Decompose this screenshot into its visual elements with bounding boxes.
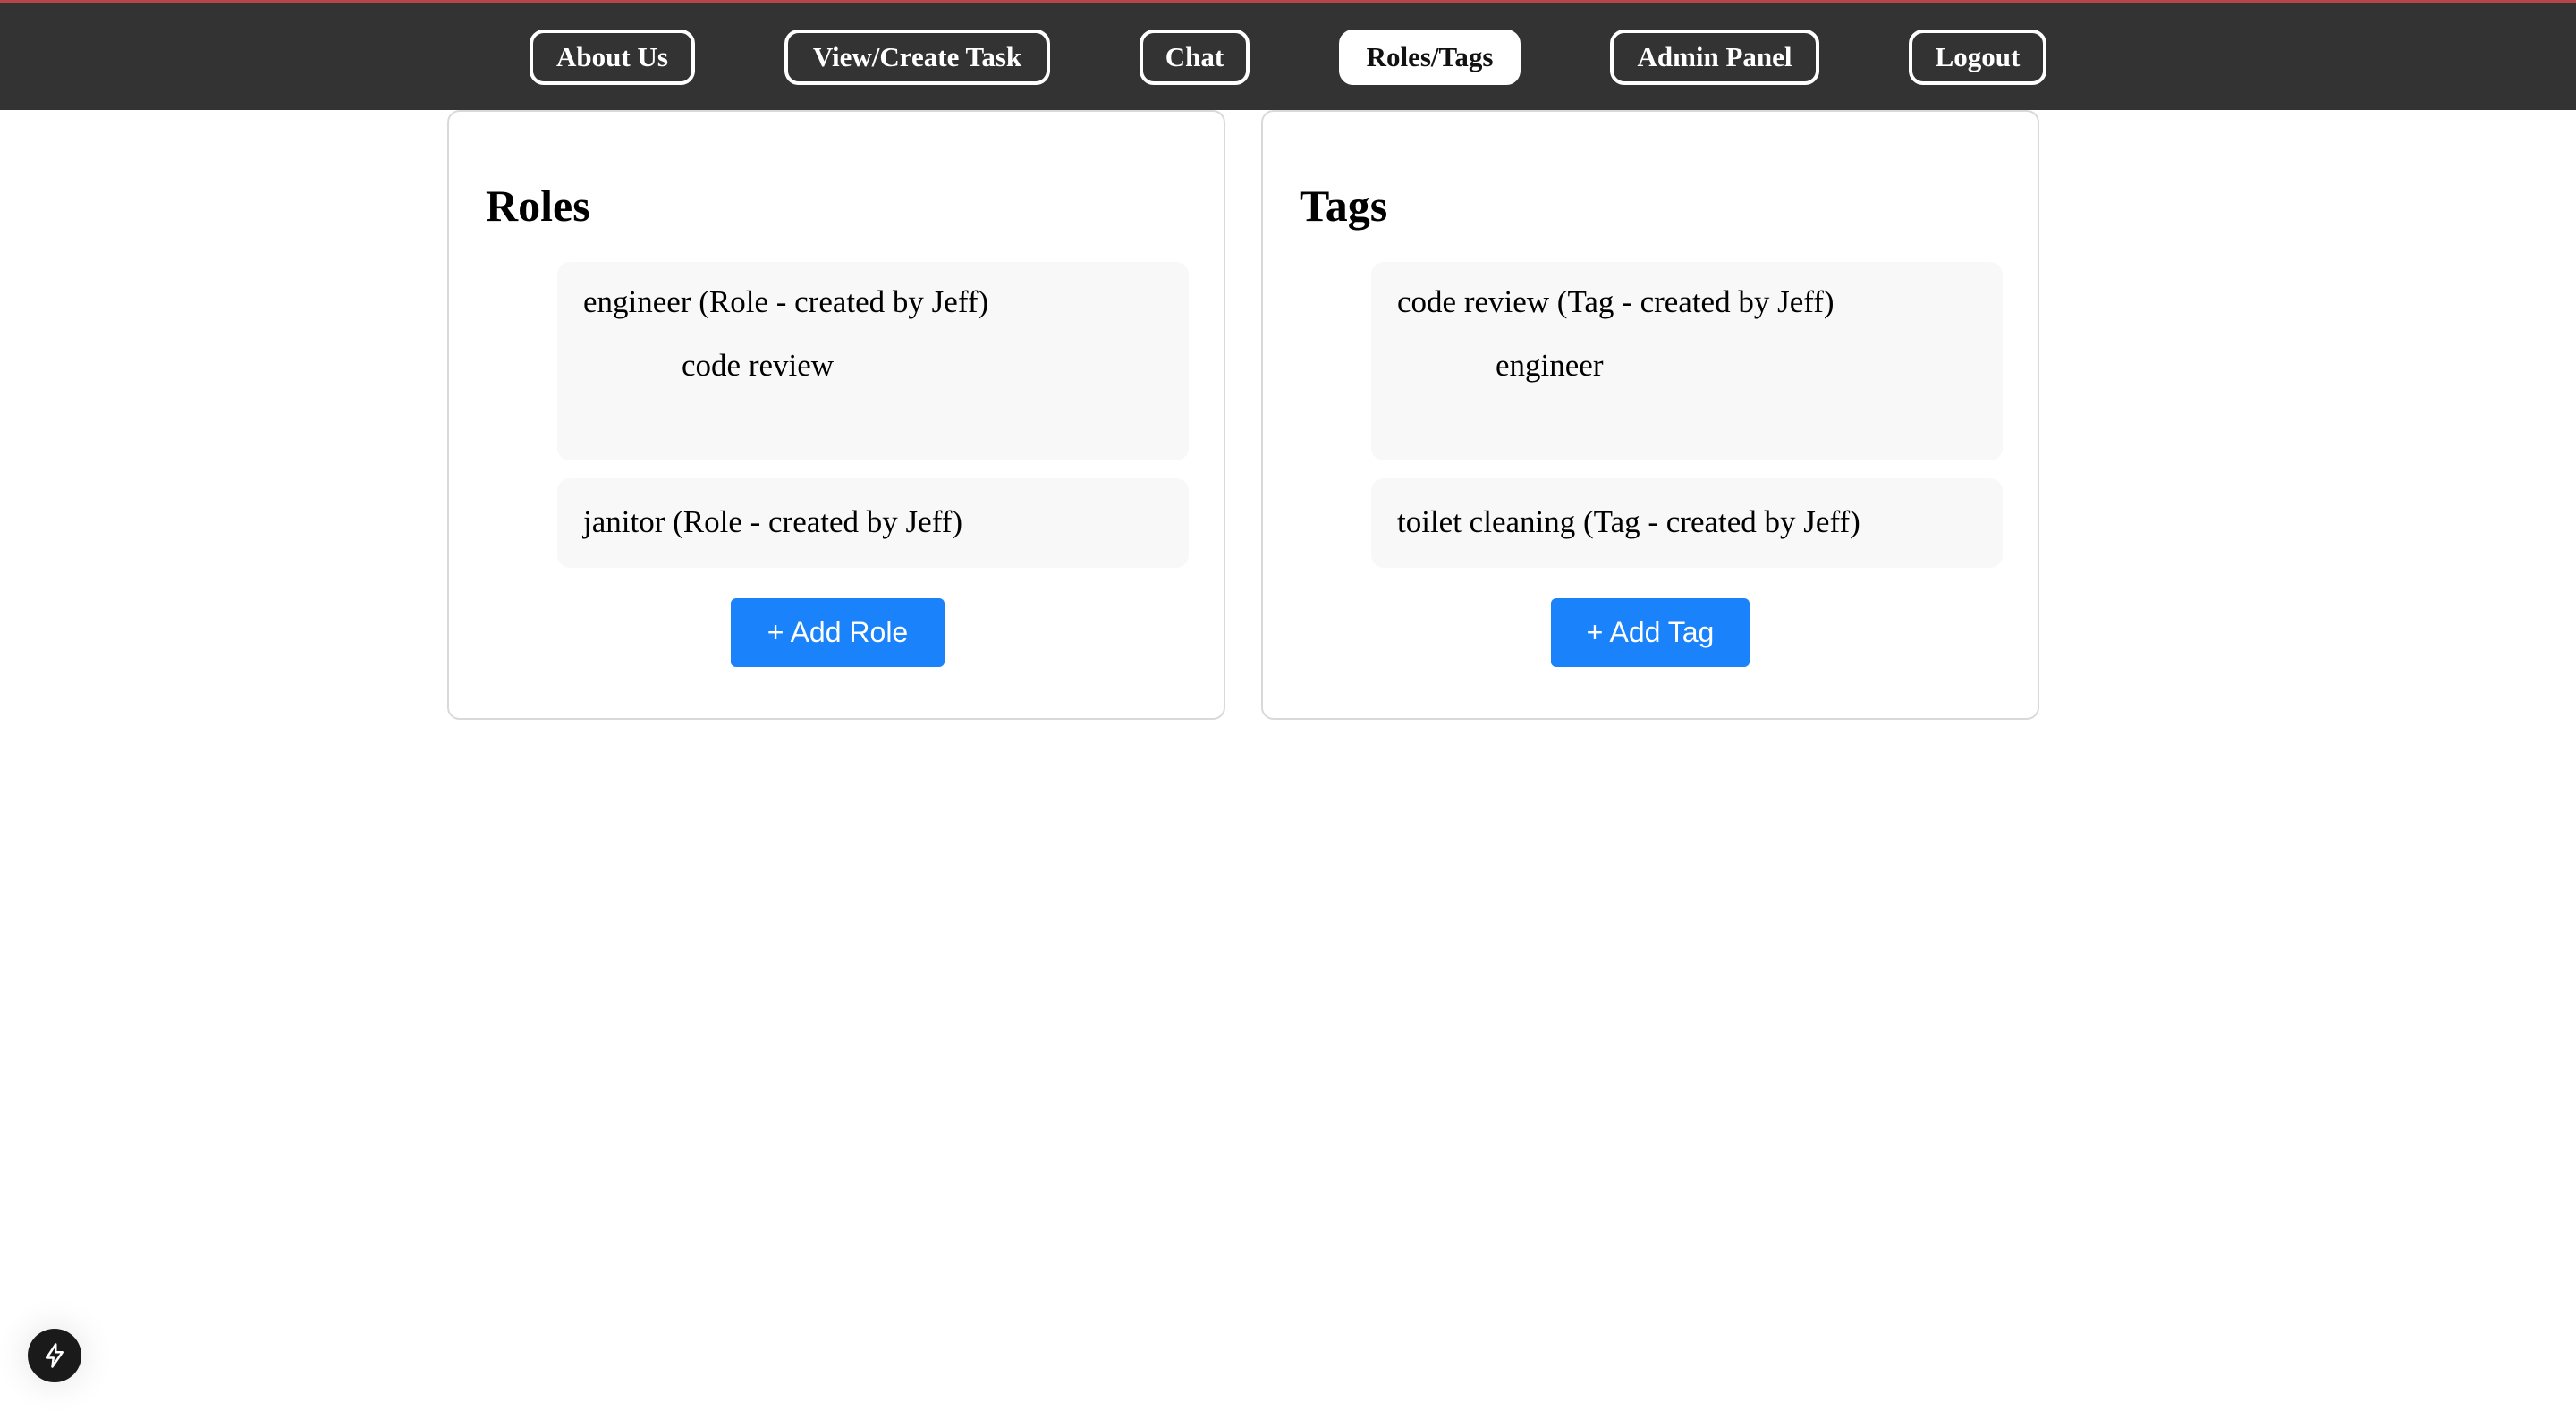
nav-chat-button[interactable]: Chat [1140, 30, 1250, 85]
roles-panel: Roles engineer (Role - created by Jeff) … [447, 110, 1225, 720]
tag-item-label: toilet cleaning (Tag - created by Jeff) [1397, 504, 1860, 539]
tags-panel: Tags code review (Tag - created by Jeff)… [1261, 110, 2039, 720]
role-item-label: engineer (Role - created by Jeff) [583, 284, 989, 319]
tags-title: Tags [1300, 181, 1388, 231]
tag-item: code review (Tag - created by Jeff) engi… [1371, 262, 2003, 460]
add-role-button[interactable]: + Add Role [731, 598, 945, 667]
roles-title: Roles [486, 181, 590, 231]
nav-admin-panel-button[interactable]: Admin Panel [1610, 30, 1819, 85]
role-item: janitor (Role - created by Jeff) [557, 478, 1189, 568]
tag-item: toilet cleaning (Tag - created by Jeff) [1371, 478, 2003, 568]
lightning-bolt-icon[interactable] [28, 1329, 81, 1382]
role-item-tag: code review [682, 348, 835, 383]
lightning-bolt-icon-glyph [46, 1343, 64, 1368]
add-tag-button[interactable]: + Add Tag [1551, 598, 1750, 667]
role-item: engineer (Role - created by Jeff) code r… [557, 262, 1189, 460]
nav-view-create-task-button[interactable]: View/Create Task [784, 30, 1050, 85]
nav-roles-tags-button[interactable]: Roles/Tags [1339, 30, 1521, 85]
nav-logout-button[interactable]: Logout [1909, 30, 2046, 85]
top-navbar: About Us View/Create Task Chat Roles/Tag… [0, 0, 2576, 110]
nav-about-us-button[interactable]: About Us [530, 30, 695, 85]
tag-item-label: code review (Tag - created by Jeff) [1397, 284, 1835, 319]
tag-item-role: engineer [1496, 348, 1604, 383]
page: About Us View/Create Task Chat Roles/Tag… [0, 0, 2576, 1411]
role-item-label: janitor (Role - created by Jeff) [583, 504, 963, 539]
